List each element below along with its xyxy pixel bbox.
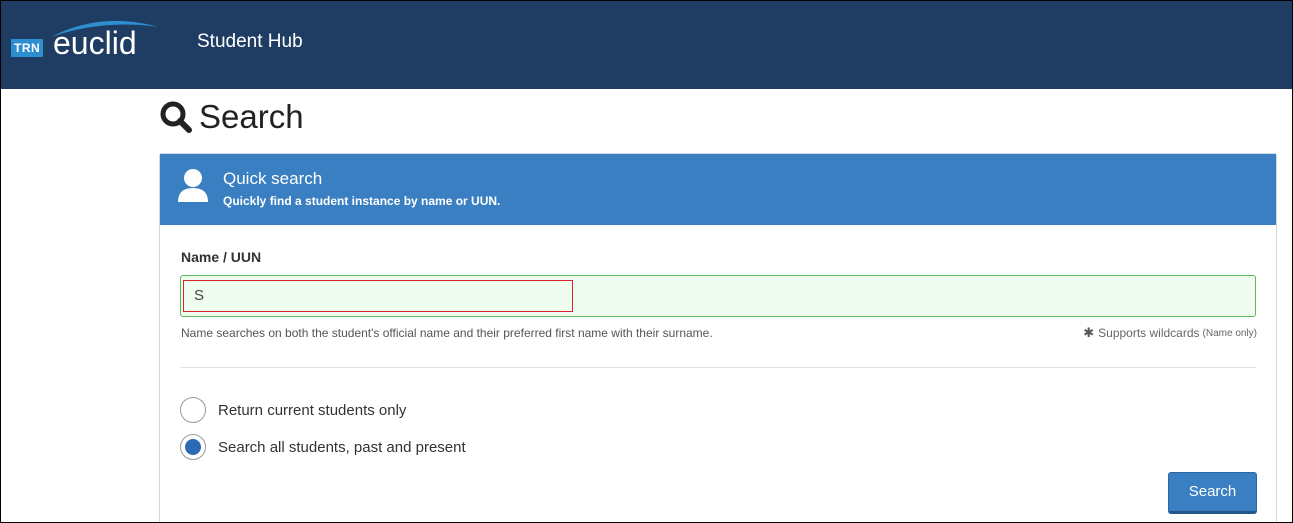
panel-title: Quick search — [223, 169, 323, 188]
euclid-logo[interactable]: TRN euclid — [11, 20, 171, 65]
radio-button-selected[interactable] — [180, 434, 206, 460]
radio-all-students[interactable]: Search all students, past and present — [180, 434, 466, 460]
radio-dot-icon — [185, 439, 201, 455]
input-help-text: Name searches on both the student's offi… — [181, 326, 713, 340]
logo-wordmark: euclid — [53, 25, 137, 61]
wildcard-hint: ✱ Supports wildcards (Name only) — [1083, 325, 1257, 341]
name-uun-label: Name / UUN — [181, 249, 262, 265]
panel-header: Quick search Quickly find a student inst… — [160, 154, 1276, 225]
radio-label[interactable]: Return current students only — [218, 402, 406, 419]
asterisk-icon: ✱ — [1083, 325, 1095, 340]
name-uun-input[interactable]: S — [180, 275, 1256, 317]
radio-label[interactable]: Search all students, past and present — [218, 439, 466, 456]
user-icon — [178, 169, 208, 202]
input-value-highlight[interactable]: S — [183, 280, 573, 312]
divider — [180, 367, 1256, 368]
quick-search-panel: Quick search Quickly find a student inst… — [159, 153, 1277, 522]
app-title[interactable]: Student Hub — [197, 31, 303, 53]
wildcard-note: (Name only) — [1202, 327, 1257, 339]
page-title: Search — [159, 97, 304, 137]
panel-subtitle: Quickly find a student instance by name … — [223, 194, 501, 208]
radio-button[interactable] — [180, 397, 206, 423]
app-window: TRN euclid Student Hub Search Quick sear… — [0, 0, 1293, 523]
logo-badge: TRN — [11, 39, 44, 57]
radio-current-students[interactable]: Return current students only — [180, 397, 406, 423]
search-button[interactable]: Search — [1168, 472, 1257, 514]
top-navbar: TRN euclid Student Hub — [1, 1, 1292, 89]
page-title-text: Search — [199, 98, 304, 135]
wildcard-text: Supports wildcards — [1098, 326, 1200, 340]
search-icon — [160, 101, 192, 133]
